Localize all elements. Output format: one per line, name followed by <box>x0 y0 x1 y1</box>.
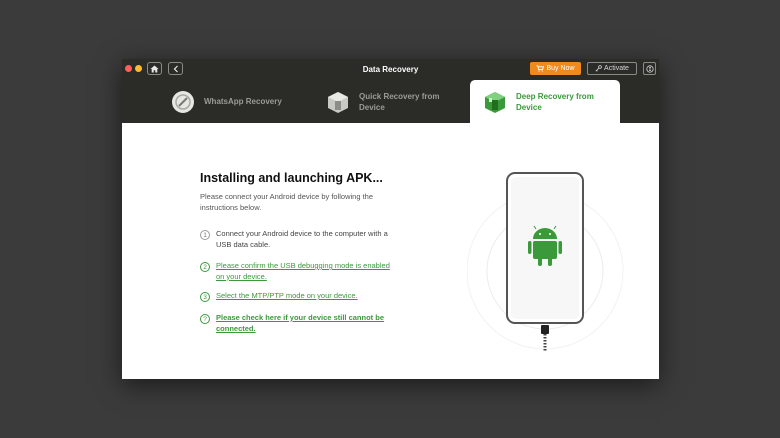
step-number: 3 <box>200 292 210 302</box>
tab-quick-recovery[interactable]: Quick Recovery from Device <box>325 80 455 123</box>
buy-now-label: Buy Now <box>546 65 575 72</box>
step-item: 3 Select the MTP/PTP mode on your device… <box>200 291 400 302</box>
usb-debugging-link[interactable]: Please confirm the USB debugging mode is… <box>216 261 396 282</box>
step-number: 2 <box>200 262 210 272</box>
usb-cable <box>541 325 549 351</box>
tab-whatsapp-recovery[interactable]: WhatsApp Recovery <box>170 80 290 123</box>
page-title: Installing and launching APK... <box>200 171 383 185</box>
app-window: Data Recovery Buy Now Activate WhatsApp … <box>122 59 659 379</box>
menu-icon <box>645 64 654 73</box>
tab-deep-recovery[interactable]: Deep Recovery from Device <box>470 80 620 123</box>
activate-button[interactable]: Activate <box>587 62 637 75</box>
whatsapp-recovery-icon <box>172 90 194 113</box>
key-icon <box>595 65 602 72</box>
tab-label: Deep Recovery from Device <box>516 91 594 112</box>
cart-icon <box>536 65 545 72</box>
main-content: Installing and launching APK... Please c… <box>122 123 659 379</box>
intro-text: Please connect your Android device by fo… <box>200 192 374 212</box>
step-text: Connect your Android device to the compu… <box>216 229 388 249</box>
menu-button[interactable] <box>643 62 656 75</box>
help-icon: ? <box>200 314 210 324</box>
buy-now-button[interactable]: Buy Now <box>530 62 581 75</box>
tab-label: Quick Recovery from Device <box>359 91 440 112</box>
quick-recovery-icon <box>328 91 348 113</box>
phone-illustration <box>467 172 624 351</box>
mtp-ptp-mode-link[interactable]: Select the MTP/PTP mode on your device. <box>216 291 396 302</box>
step-item: 2 Please confirm the USB debugging mode … <box>200 261 400 282</box>
activate-label: Activate <box>604 65 629 72</box>
help-connection-link[interactable]: Please check here if your device still c… <box>216 313 396 334</box>
step-item: ? Please check here if your device still… <box>200 313 400 334</box>
step-item: 1 Connect your Android device to the com… <box>200 229 400 250</box>
title-bar: Data Recovery Buy Now Activate WhatsApp … <box>122 59 659 123</box>
tab-label: WhatsApp Recovery <box>204 97 282 106</box>
deep-recovery-icon <box>485 91 505 113</box>
step-number: 1 <box>200 230 210 240</box>
